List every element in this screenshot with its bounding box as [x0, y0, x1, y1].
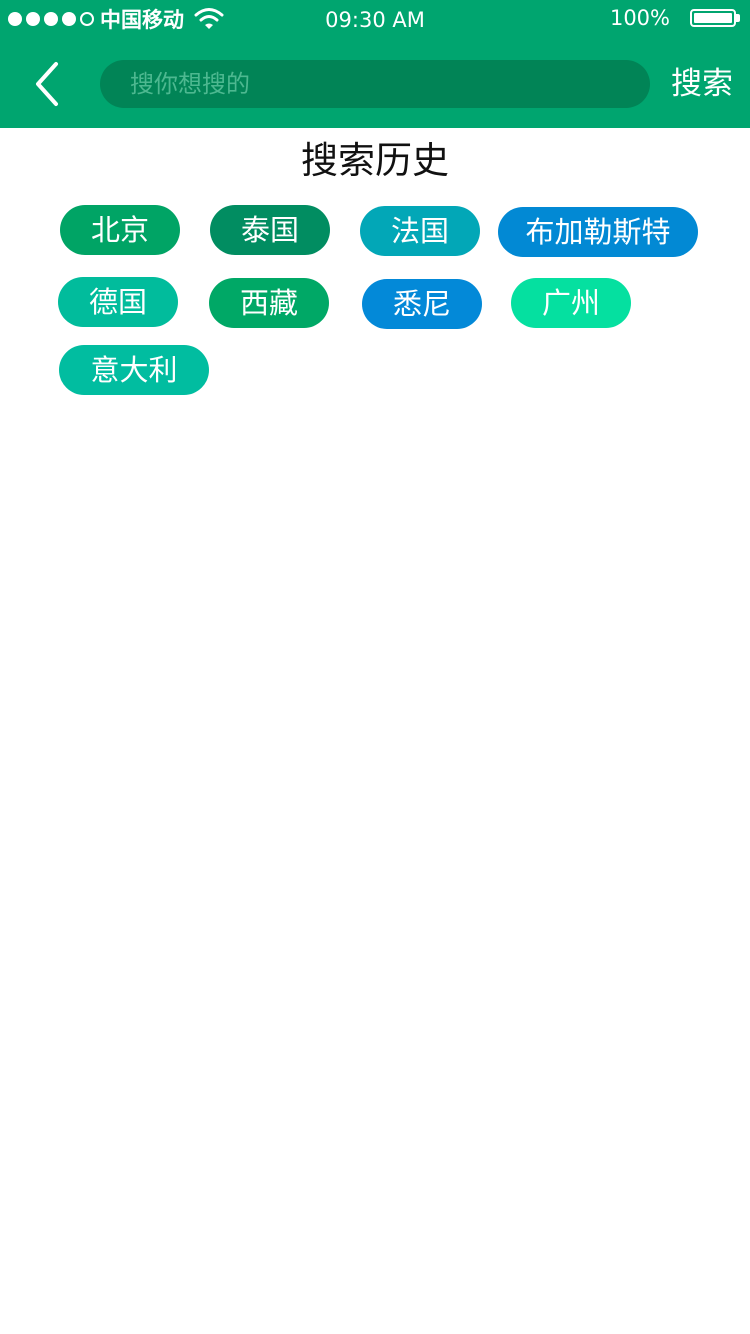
chevron-left-icon — [36, 62, 58, 106]
top-bar: 中国移动 09:30 AM 100% 搜索 — [0, 0, 750, 128]
battery-icon — [690, 9, 736, 27]
back-button[interactable] — [26, 58, 70, 110]
battery-percentage: 100% — [609, 6, 670, 30]
history-tag[interactable]: 悉尼 — [362, 279, 482, 329]
search-history-title: 搜索历史 — [301, 139, 449, 182]
search-button[interactable]: 搜索 — [660, 60, 744, 108]
history-tag[interactable]: 西藏 — [209, 278, 329, 328]
battery-cap — [736, 14, 740, 22]
history-tag[interactable]: 意大利 — [59, 345, 209, 395]
search-input[interactable] — [100, 60, 650, 108]
history-tag[interactable]: 法国 — [360, 206, 480, 256]
history-tag[interactable]: 广州 — [511, 278, 631, 328]
battery-level-fill — [694, 13, 732, 23]
history-tag[interactable]: 德国 — [58, 277, 178, 327]
status-bar: 中国移动 09:30 AM 100% — [0, 0, 750, 40]
history-tag[interactable]: 北京 — [60, 205, 180, 255]
history-tag[interactable]: 泰国 — [210, 205, 330, 255]
history-tag[interactable]: 布加勒斯特 — [498, 207, 698, 257]
